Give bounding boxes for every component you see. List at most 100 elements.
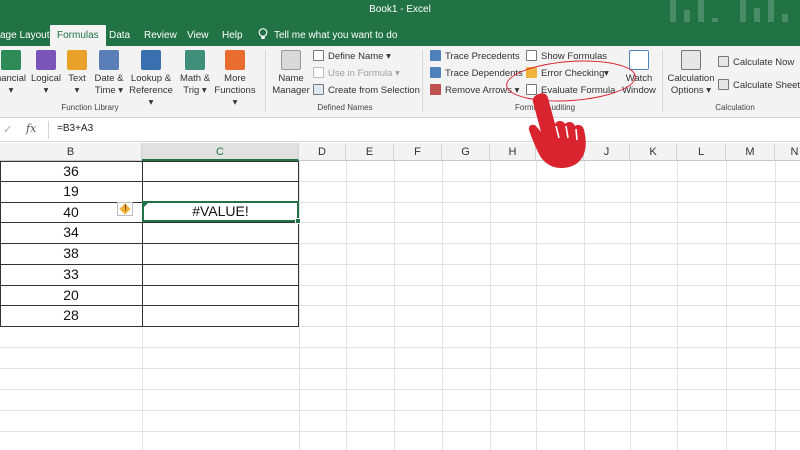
tell-me-text: Tell me what you want to do bbox=[274, 30, 398, 41]
date-time-label: Date & bbox=[94, 73, 124, 84]
trace-dependents-icon bbox=[430, 67, 441, 78]
separator bbox=[422, 50, 423, 112]
use-in-formula-label: Use in Formula ▾ bbox=[328, 68, 400, 79]
calculate-sheet-label: Calculate Sheet bbox=[733, 80, 800, 91]
calculator-icon bbox=[681, 50, 701, 70]
date-time-icon bbox=[99, 50, 119, 70]
table-border bbox=[0, 326, 299, 327]
lookup-label: Lookup & bbox=[130, 73, 172, 84]
more-functions-button[interactable]: More Functions ▾ bbox=[211, 50, 259, 109]
column-header-c[interactable]: C bbox=[142, 143, 299, 161]
show-formulas-icon bbox=[526, 50, 537, 61]
grid-line bbox=[0, 389, 800, 390]
cell-b8[interactable]: 28 bbox=[0, 305, 142, 326]
column-header-d[interactable]: D bbox=[299, 143, 346, 161]
text-arrow: ▾ bbox=[74, 85, 80, 96]
calculate-sheet-icon bbox=[718, 79, 729, 90]
name-manager-label: Name bbox=[278, 73, 304, 84]
cell-b2[interactable]: 19 bbox=[0, 181, 142, 202]
calculation-options-sub: Options ▾ bbox=[670, 85, 712, 96]
calculate-now-label: Calculate Now bbox=[733, 57, 795, 68]
column-header-f[interactable]: F bbox=[394, 143, 442, 161]
grid-line bbox=[0, 410, 800, 411]
use-in-formula-button[interactable]: Use in Formula ▾ bbox=[313, 66, 400, 81]
calculate-now-button[interactable]: Calculate Now bbox=[718, 55, 794, 70]
calculate-sheet-button[interactable]: Calculate Sheet bbox=[718, 78, 800, 93]
warning-mark: ! bbox=[124, 203, 127, 213]
function-library-label: Function Library bbox=[61, 103, 119, 112]
cell-b5[interactable]: 38 bbox=[0, 243, 142, 264]
create-from-selection-label: Create from Selection bbox=[328, 85, 420, 96]
column-header-m[interactable]: M bbox=[726, 143, 775, 161]
cell-b1[interactable]: 36 bbox=[0, 161, 142, 182]
column-header-g[interactable]: G bbox=[442, 143, 490, 161]
enter-icon[interactable]: ✓ bbox=[3, 123, 12, 136]
financial-arrow: ▾ bbox=[8, 85, 14, 96]
more-functions-icon bbox=[225, 50, 245, 70]
remove-arrows-icon bbox=[430, 84, 441, 95]
lightbulb-icon bbox=[258, 28, 268, 39]
lookup-icon bbox=[141, 50, 161, 70]
tab-view[interactable]: View bbox=[187, 25, 209, 46]
name-manager-sub: Manager bbox=[272, 85, 310, 96]
column-header-e[interactable]: E bbox=[346, 143, 394, 161]
text-label: Text bbox=[68, 73, 86, 84]
cell-c3-value: #VALUE! bbox=[192, 203, 249, 219]
column-header-l[interactable]: L bbox=[677, 143, 726, 161]
financial-icon bbox=[1, 50, 21, 70]
text-button[interactable]: Text ▾ bbox=[66, 50, 88, 97]
tab-help[interactable]: Help bbox=[222, 25, 243, 46]
table-border bbox=[298, 161, 299, 326]
calculation-options-label: Calculation bbox=[667, 73, 715, 84]
define-name-icon bbox=[313, 50, 324, 61]
tab-review[interactable]: Review bbox=[144, 25, 177, 46]
column-header-b[interactable]: B bbox=[0, 143, 142, 161]
tab-data[interactable]: Data bbox=[109, 25, 130, 46]
insert-function-button[interactable]: fx bbox=[26, 122, 36, 135]
logical-label: Logical bbox=[30, 73, 62, 84]
calculation-label: Calculation bbox=[715, 103, 755, 112]
math-trig-button[interactable]: Math & Trig ▾ bbox=[178, 50, 212, 97]
cell-b6[interactable]: 33 bbox=[0, 264, 142, 285]
grid-line bbox=[0, 347, 800, 348]
financial-label: nancial bbox=[0, 73, 27, 84]
logical-button[interactable]: Logical ▾ bbox=[30, 50, 62, 97]
calculation-options-button[interactable]: Calculation Options ▾ bbox=[667, 50, 715, 97]
math-label: Math & bbox=[179, 73, 211, 84]
column-header-k[interactable]: K bbox=[630, 143, 677, 161]
cell-b4[interactable]: 34 bbox=[0, 222, 142, 243]
define-name-button[interactable]: Define Name ▾ bbox=[313, 49, 391, 64]
math-sub: Trig ▾ bbox=[183, 85, 207, 96]
logical-arrow: ▾ bbox=[43, 85, 49, 96]
watch-window-icon bbox=[629, 50, 649, 70]
name-manager-icon bbox=[281, 50, 301, 70]
date-time-button[interactable]: Date & Time ▾ bbox=[92, 50, 126, 97]
create-from-selection-icon bbox=[313, 84, 324, 95]
use-in-formula-icon bbox=[313, 67, 324, 78]
financial-button[interactable]: nancial ▾ bbox=[0, 50, 28, 97]
cell-b7[interactable]: 20 bbox=[0, 285, 142, 306]
lookup-reference-button[interactable]: Lookup & Reference ▾ bbox=[126, 50, 176, 109]
ribbon: nancial ▾ Logical ▾ Text ▾ Date & Time ▾… bbox=[0, 46, 800, 118]
tab-page-layout[interactable]: age Layout bbox=[0, 25, 50, 46]
separator bbox=[662, 50, 663, 112]
name-manager-button[interactable]: Name Manager bbox=[270, 50, 312, 97]
ribbon-tabs: age Layout Formulas Data Review View Hel… bbox=[0, 22, 800, 46]
title-bar: Book1 - Excel bbox=[0, 0, 800, 46]
separator bbox=[265, 50, 266, 112]
error-options-button[interactable]: ! bbox=[117, 202, 133, 216]
tab-formulas[interactable]: Formulas bbox=[50, 25, 106, 46]
column-header-n[interactable]: N bbox=[775, 143, 800, 161]
trace-precedents-icon bbox=[430, 50, 441, 61]
math-icon bbox=[185, 50, 205, 70]
trace-precedents-button[interactable]: Trace Precedents bbox=[430, 49, 520, 64]
grid-line bbox=[0, 431, 800, 432]
defined-names-label: Defined Names bbox=[317, 103, 373, 112]
tell-me-search[interactable]: Tell me what you want to do bbox=[258, 25, 397, 46]
formula-input[interactable]: =B3+A3 bbox=[57, 123, 93, 134]
create-from-selection-button[interactable]: Create from Selection bbox=[313, 83, 420, 98]
error-indicator-triangle bbox=[143, 202, 149, 208]
logical-icon bbox=[36, 50, 56, 70]
formula-bar: ✓ fx =B3+A3 bbox=[0, 118, 800, 142]
text-icon bbox=[67, 50, 87, 70]
